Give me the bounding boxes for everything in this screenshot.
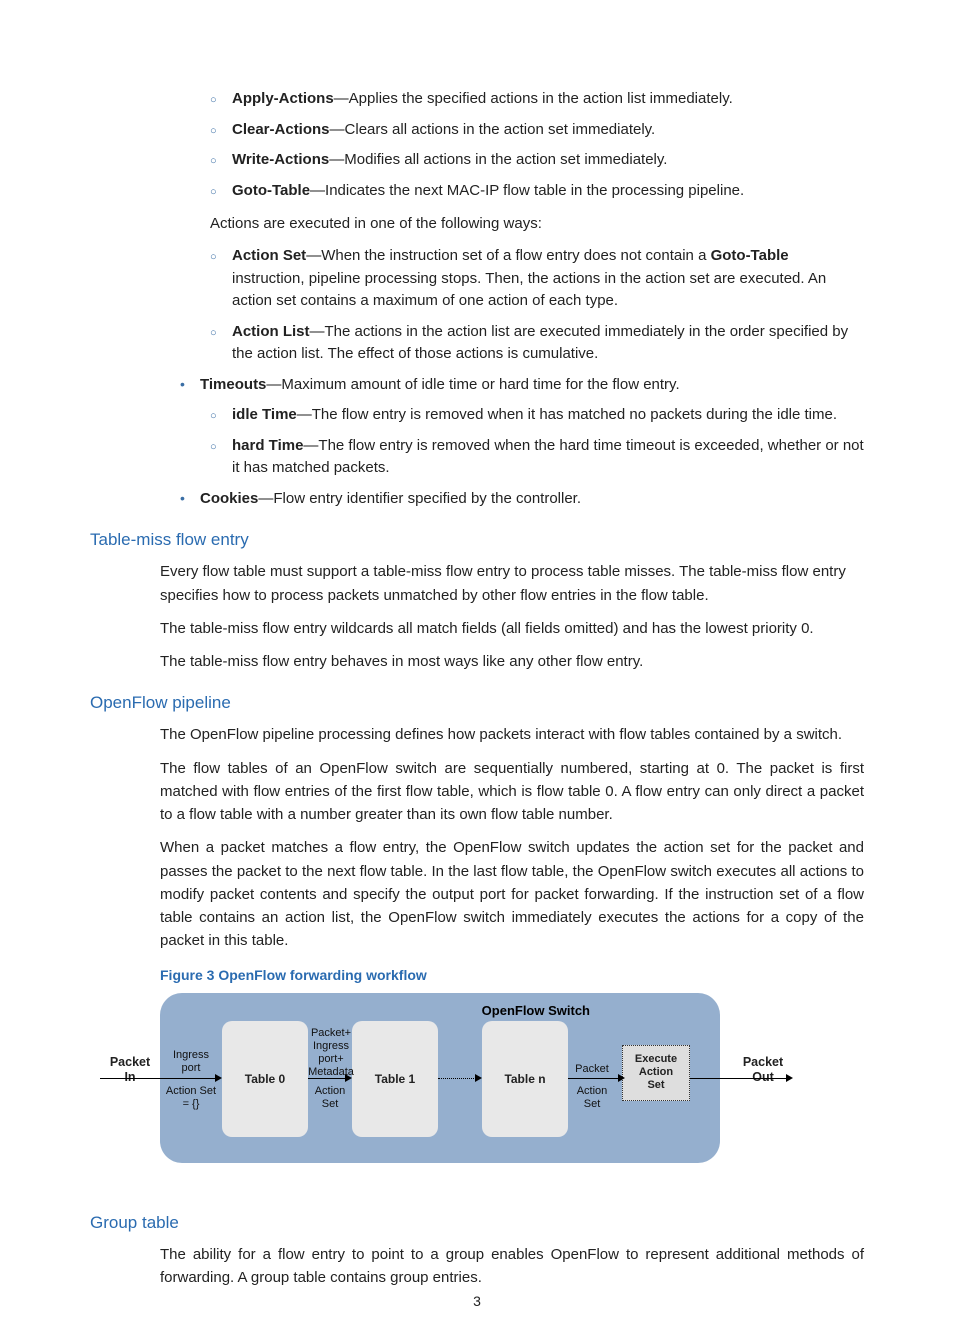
cookies-desc: —Flow entry identifier specified by the … [258, 490, 581, 507]
list-item: idle Time—The flow entry is removed when… [200, 404, 864, 427]
action-desc: —Indicates the next MAC-IP flow table in… [310, 182, 744, 199]
timeouts-desc: —Maximum amount of idle time or hard tim… [266, 376, 679, 393]
list-item: Apply-Actions—Applies the specified acti… [200, 88, 864, 111]
exec-mid: Goto-Table [711, 247, 789, 264]
tablen-box: Table n [482, 1021, 568, 1137]
exec-name: Action Set [232, 247, 306, 264]
tablemiss-heading: Table-miss flow entry [90, 530, 864, 550]
document-page: Apply-Actions—Applies the specified acti… [0, 0, 954, 1339]
pipeline-p3: When a packet matches a flow entry, the … [160, 836, 864, 952]
exec-post: instruction, pipeline processing stops. … [232, 270, 826, 310]
arrow-in [100, 1078, 218, 1079]
group-body: The ability for a flow entry to point to… [160, 1243, 864, 1290]
exec-name: Action List [232, 323, 310, 340]
list-item: hard Time—The flow entry is removed when… [200, 435, 864, 480]
table0-label: Table 0 [245, 1072, 285, 1086]
action-name: Write-Actions [232, 151, 329, 168]
packet-note: Packet [570, 1063, 614, 1076]
list-item: Action List—The actions in the action li… [200, 321, 864, 366]
list-item: Cookies—Flow entry identifier specified … [170, 488, 864, 511]
action-set-note-2: Action Set [570, 1085, 614, 1111]
actions-list: Apply-Actions—Applies the specified acti… [200, 88, 864, 202]
packet-in-text: Packet In [110, 1055, 150, 1084]
ingress-port-note: Ingress port [162, 1049, 220, 1075]
timeouts-name: Timeouts [200, 376, 266, 393]
instruction-list-block: Apply-Actions—Applies the specified acti… [200, 88, 864, 366]
action-name: Clear-Actions [232, 121, 330, 138]
pipeline-p2: The flow tables of an OpenFlow switch ar… [160, 757, 864, 827]
tablemiss-p3: The table-miss flow entry behaves in mos… [160, 650, 864, 673]
timeouts-block: Timeouts—Maximum amount of idle time or … [170, 374, 864, 511]
action-set-note-1: Action Set [308, 1085, 352, 1111]
arrow-n-exec-head [618, 1074, 625, 1082]
tablemiss-p2: The table-miss flow entry wildcards all … [160, 617, 864, 640]
arrow-out-head [786, 1074, 793, 1082]
packet-plus-note: Packet+ Ingress port+ Metadata [305, 1027, 357, 1080]
table1-box: Table 1 [352, 1021, 438, 1137]
list-item: Goto-Table—Indicates the next MAC-IP flo… [200, 180, 864, 203]
table0-box: Table 0 [222, 1021, 308, 1137]
cookies-name: Cookies [200, 490, 258, 507]
action-name: Apply-Actions [232, 90, 334, 107]
exec-line2: Action [639, 1066, 673, 1079]
action-name: Goto-Table [232, 182, 310, 199]
arrow-1n-head [475, 1074, 482, 1082]
tablen-label: Table n [504, 1072, 545, 1086]
pipeline-body: The OpenFlow pipeline processing defines… [160, 723, 864, 952]
figure-caption: Figure 3 OpenFlow forwarding workflow [160, 967, 864, 983]
arrow-n-exec [568, 1078, 622, 1079]
list-item: Timeouts—Maximum amount of idle time or … [170, 374, 864, 480]
openflow-diagram: OpenFlow Switch Table 0 Table 1 Table n … [160, 993, 720, 1163]
figure-wrap: Packet In Packet Out OpenFlow Switch Tab… [160, 993, 864, 1183]
tablemiss-body: Every flow table must support a table-mi… [160, 560, 864, 673]
exec-pre: —When the instruction set of a flow entr… [306, 247, 710, 264]
group-heading: Group table [90, 1213, 864, 1233]
exec-line3: Set [647, 1079, 664, 1092]
timeouts-inner: idle Time—The flow entry is removed when… [200, 404, 864, 480]
list-item: Action Set—When the instruction set of a… [200, 245, 864, 313]
table1-label: Table 1 [375, 1072, 415, 1086]
hard-name: hard Time [232, 437, 303, 454]
list-item: Clear-Actions—Clears all actions in the … [200, 119, 864, 142]
arrow-1n [438, 1078, 478, 1080]
packet-in-label: Packet In [105, 1055, 155, 1085]
hard-desc: —The flow entry is removed when the hard… [232, 437, 864, 477]
timeouts-outer: Timeouts—Maximum amount of idle time or … [170, 374, 864, 511]
action-desc: —Clears all actions in the action set im… [330, 121, 656, 138]
idle-name: idle Time [232, 406, 297, 423]
action-set-empty-note: Action Set = {} [162, 1085, 220, 1111]
ofs-label: OpenFlow Switch [482, 1003, 590, 1018]
idle-desc: —The flow entry is removed when it has m… [297, 406, 837, 423]
list-item: Write-Actions—Modifies all actions in th… [200, 149, 864, 172]
exec-line1: Execute [635, 1053, 677, 1066]
packet-out-text: Packet Out [743, 1055, 783, 1084]
pipeline-p1: The OpenFlow pipeline processing defines… [160, 723, 864, 746]
exec-intro: Actions are executed in one of the follo… [210, 212, 864, 235]
tablemiss-p1: Every flow table must support a table-mi… [160, 560, 864, 607]
action-desc: —Modifies all actions in the action set … [329, 151, 667, 168]
arrow-out [690, 1078, 790, 1079]
page-number: 3 [473, 1293, 481, 1309]
action-desc: —Applies the specified actions in the ac… [334, 90, 733, 107]
group-p1: The ability for a flow entry to point to… [160, 1243, 864, 1290]
packet-out-label: Packet Out [735, 1055, 791, 1085]
exec-desc: —The actions in the action list are exec… [232, 323, 848, 363]
pipeline-heading: OpenFlow pipeline [90, 693, 864, 713]
exec-list: Action Set—When the instruction set of a… [200, 245, 864, 366]
execute-action-set-box: Execute Action Set [622, 1045, 690, 1101]
